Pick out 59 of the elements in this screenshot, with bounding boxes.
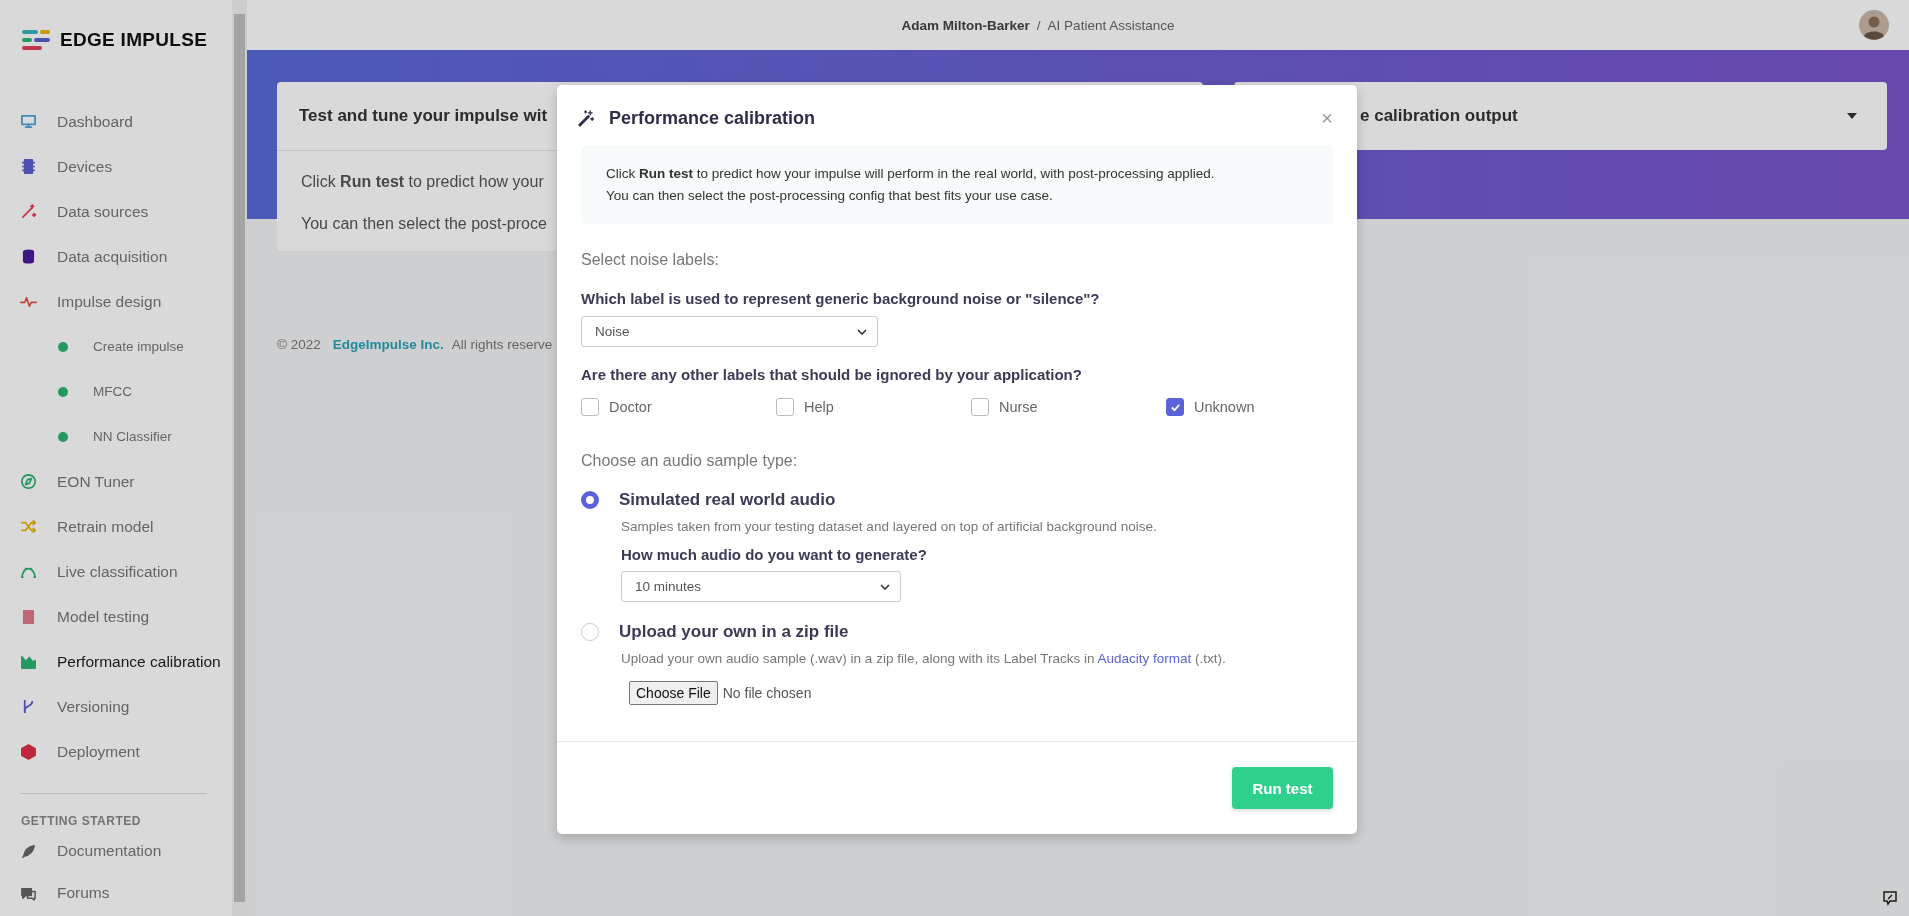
option-description: Samples taken from your testing dataset and layered on top of artificial background noise. — [621, 519, 1158, 534]
option-description: Upload your own audio sample (.wav) in a zip file, along with its Label Tracks in Audacity format (.txt). — [621, 651, 1227, 666]
card-title: e calibration output — [1360, 106, 1518, 126]
section-heading: GETTING STARTED — [20, 813, 142, 830]
close-button[interactable]: × — [1321, 106, 1333, 130]
checkbox[interactable] — [581, 398, 599, 416]
logo-icon — [22, 29, 52, 51]
feedback-icon[interactable] — [1882, 890, 1898, 906]
chevron-icon — [857, 328, 867, 335]
avatar-icon[interactable] — [1859, 10, 1889, 40]
question-label: How much audio do you want to generate? — [621, 546, 928, 563]
dialog-title: Performance calibration — [609, 107, 816, 129]
choose-file-button[interactable]: Choose File — [629, 681, 718, 705]
question-label: Which label is used to represent generic background noise or "silence"? — [581, 290, 1101, 307]
card-text: Click Run test to predict how your — [301, 173, 544, 191]
caret-icon[interactable] — [1847, 113, 1857, 119]
rights-text: All rights reserve — [451, 337, 553, 352]
question-label: Are there any other labels that should be ignored by your application? — [581, 366, 1083, 383]
section-heading: Choose an audio sample type: — [581, 452, 799, 470]
card-title: Test and tune your impulse wit — [299, 106, 548, 126]
audacity-link[interactable]: Audacity format — [1097, 651, 1192, 666]
logo-text: EDGE IMPULSE — [60, 29, 208, 51]
file-status: No file chosen — [722, 685, 812, 701]
info-text: Click Run test to predict how your impulse will perform in the real world, with post-processing applied. — [606, 165, 1216, 183]
scrollbar[interactable] — [232, 0, 247, 916]
monitor-icon — [20, 113, 37, 130]
database-icon — [20, 248, 37, 265]
company-link[interactable]: EdgeImpulse Inc. — [332, 337, 444, 352]
wand-icon — [578, 109, 595, 127]
info-text: You can then select the post-processing config that best fits your use case. — [606, 187, 1054, 205]
breadcrumb-user[interactable]: Adam Milton-Barker — [901, 17, 1030, 33]
checkbox[interactable] — [971, 398, 989, 416]
select-field[interactable]: Noise — [581, 316, 878, 347]
checkbox[interactable] — [776, 398, 794, 416]
copyright-text: © 2022 — [277, 337, 321, 352]
breadcrumb-separator: / — [1036, 17, 1041, 33]
chevron-icon — [880, 583, 890, 590]
checkbox[interactable] — [1166, 398, 1184, 416]
option-title[interactable]: Upload your own in a zip file — [619, 622, 849, 642]
status-dot — [58, 341, 68, 352]
radio-button[interactable] — [581, 491, 599, 509]
checkbox-label[interactable]: Doctor — [609, 399, 652, 415]
chip-icon — [20, 158, 37, 175]
compass-icon — [20, 473, 37, 490]
cube-icon — [20, 743, 37, 760]
breadcrumb-project[interactable]: AI Patient Assistance — [1047, 17, 1175, 33]
wand-icon — [20, 203, 37, 220]
shuffle-icon — [20, 518, 37, 535]
option-title[interactable]: Simulated real world audio — [619, 490, 836, 510]
status-dot — [58, 386, 68, 397]
section-heading: Select noise labels: — [581, 251, 720, 269]
checkmark-icon — [1169, 401, 1181, 413]
checkbox-label[interactable]: Unknown — [1194, 399, 1255, 415]
checkbox-label[interactable]: Help — [804, 399, 834, 415]
checkbox-label[interactable]: Nurse — [999, 399, 1038, 415]
select-field[interactable]: 10 minutes — [621, 571, 901, 602]
chart-icon — [20, 653, 37, 670]
status-dot — [58, 431, 68, 442]
card-text: You can then select the post-proce — [301, 215, 547, 233]
